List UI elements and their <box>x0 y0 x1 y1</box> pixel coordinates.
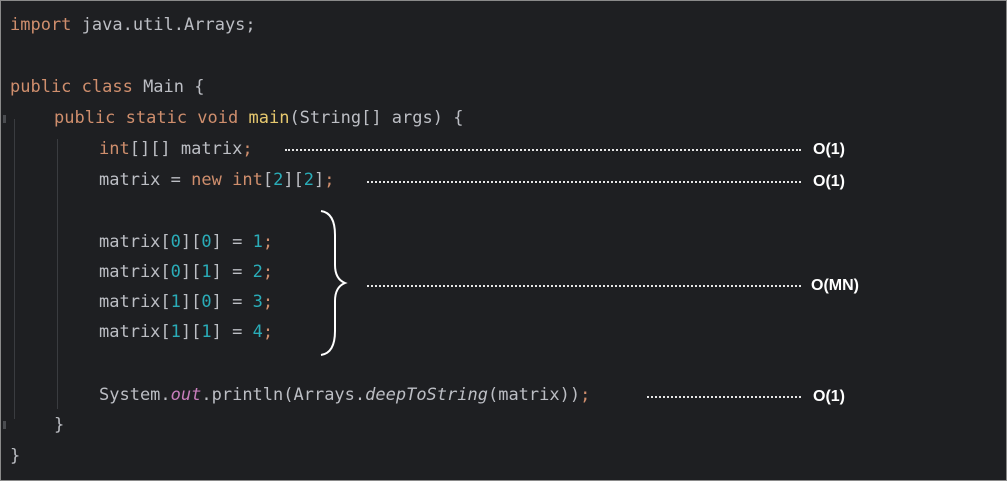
number: 1 <box>252 232 263 252</box>
bracket: ][ <box>283 170 304 190</box>
indent-guide-method <box>57 139 58 409</box>
number: 1 <box>201 322 212 342</box>
code-text: ][ <box>180 292 202 312</box>
fold-marker[interactable] <box>3 421 6 429</box>
number: 0 <box>170 262 181 282</box>
code-line-close-class: } <box>10 441 20 472</box>
keyword: public static void <box>54 108 239 128</box>
number: 1 <box>170 322 181 342</box>
code-text: matrix[ <box>99 232 171 252</box>
complexity-label: O(1) <box>813 141 845 158</box>
number: 3 <box>252 292 263 312</box>
number: 4 <box>252 322 263 342</box>
keyword: import <box>10 15 72 35</box>
code-text: ] = <box>211 262 253 282</box>
number: 1 <box>201 262 212 282</box>
leader-line <box>647 396 801 398</box>
keyword: public class <box>10 77 133 97</box>
fold-marker[interactable] <box>3 115 6 123</box>
code-text: java.util.Arrays; <box>71 15 256 35</box>
complexity-label: O(1) <box>813 173 845 190</box>
number: 2 <box>273 170 284 190</box>
static-field: out <box>170 385 202 405</box>
complexity-label: O(MN) <box>811 277 859 294</box>
code-line-matrix-declaration: int[][] matrix; <box>99 134 253 165</box>
keyword: int <box>99 139 130 159</box>
code-text: ][ <box>180 322 202 342</box>
bracket: ] <box>314 170 325 190</box>
static-method: deepToString <box>365 385 488 405</box>
method-name: main <box>248 108 290 128</box>
code-text: [][] matrix <box>129 139 243 159</box>
keyword: int <box>232 170 263 190</box>
code-text: (matrix)) <box>487 385 581 405</box>
curly-brace-icon <box>320 210 348 356</box>
semicolon: ; <box>324 170 335 190</box>
semicolon: ; <box>580 385 591 405</box>
bracket: [ <box>262 170 274 190</box>
code-line-assignment: matrix[0][0] = 1; <box>99 227 273 258</box>
semicolon: ; <box>262 262 274 282</box>
code-line-assignment: matrix[1][0] = 3; <box>99 287 273 318</box>
leader-line <box>367 285 801 287</box>
indent-guide-class <box>14 119 15 419</box>
leader-line <box>367 181 801 183</box>
code-line-import: import java.util.Arrays; <box>10 10 256 41</box>
closing-brace: } <box>54 415 65 435</box>
code-line-class-declaration: public class Main { <box>10 72 204 103</box>
code-text: ] = <box>211 232 253 252</box>
number: 2 <box>252 262 263 282</box>
complexity-label: O(1) <box>813 388 845 405</box>
code-text: System. <box>99 385 171 405</box>
code-text: matrix[ <box>99 292 171 312</box>
number: 0 <box>201 292 212 312</box>
code-line-main-declaration: public static void main(String[] args) { <box>54 103 463 134</box>
closing-brace: } <box>10 446 21 466</box>
semicolon: ; <box>262 232 274 252</box>
code-text: (String[] args) { <box>289 108 464 128</box>
code-line-assignment: matrix[1][1] = 4; <box>99 317 273 348</box>
number: 2 <box>303 170 315 190</box>
code-text: Main { <box>132 77 205 97</box>
code-text: ] = <box>211 322 253 342</box>
code-line-close-method: } <box>54 410 64 441</box>
semicolon: ; <box>262 322 274 342</box>
semicolon: ; <box>242 139 253 159</box>
code-text: ][ <box>180 232 202 252</box>
code-text: ] = <box>211 292 253 312</box>
code-editor: import java.util.Arrays; public class Ma… <box>0 0 1007 481</box>
code-text: matrix = <box>99 170 192 190</box>
code-text: .println(Arrays. <box>201 385 366 405</box>
keyword: new <box>191 170 222 190</box>
semicolon: ; <box>262 292 274 312</box>
code-text: ][ <box>180 262 202 282</box>
code-line-matrix-allocation: matrix = new int[2][2]; <box>99 165 335 196</box>
code-text: matrix[ <box>99 322 171 342</box>
number: 1 <box>170 292 181 312</box>
code-line-assignment: matrix[0][1] = 2; <box>99 257 273 288</box>
code-line-println: System.out.println(Arrays.deepToString(m… <box>99 380 590 411</box>
code-text: matrix[ <box>99 262 171 282</box>
number: 0 <box>170 232 181 252</box>
leader-line <box>285 149 801 151</box>
number: 0 <box>201 232 212 252</box>
